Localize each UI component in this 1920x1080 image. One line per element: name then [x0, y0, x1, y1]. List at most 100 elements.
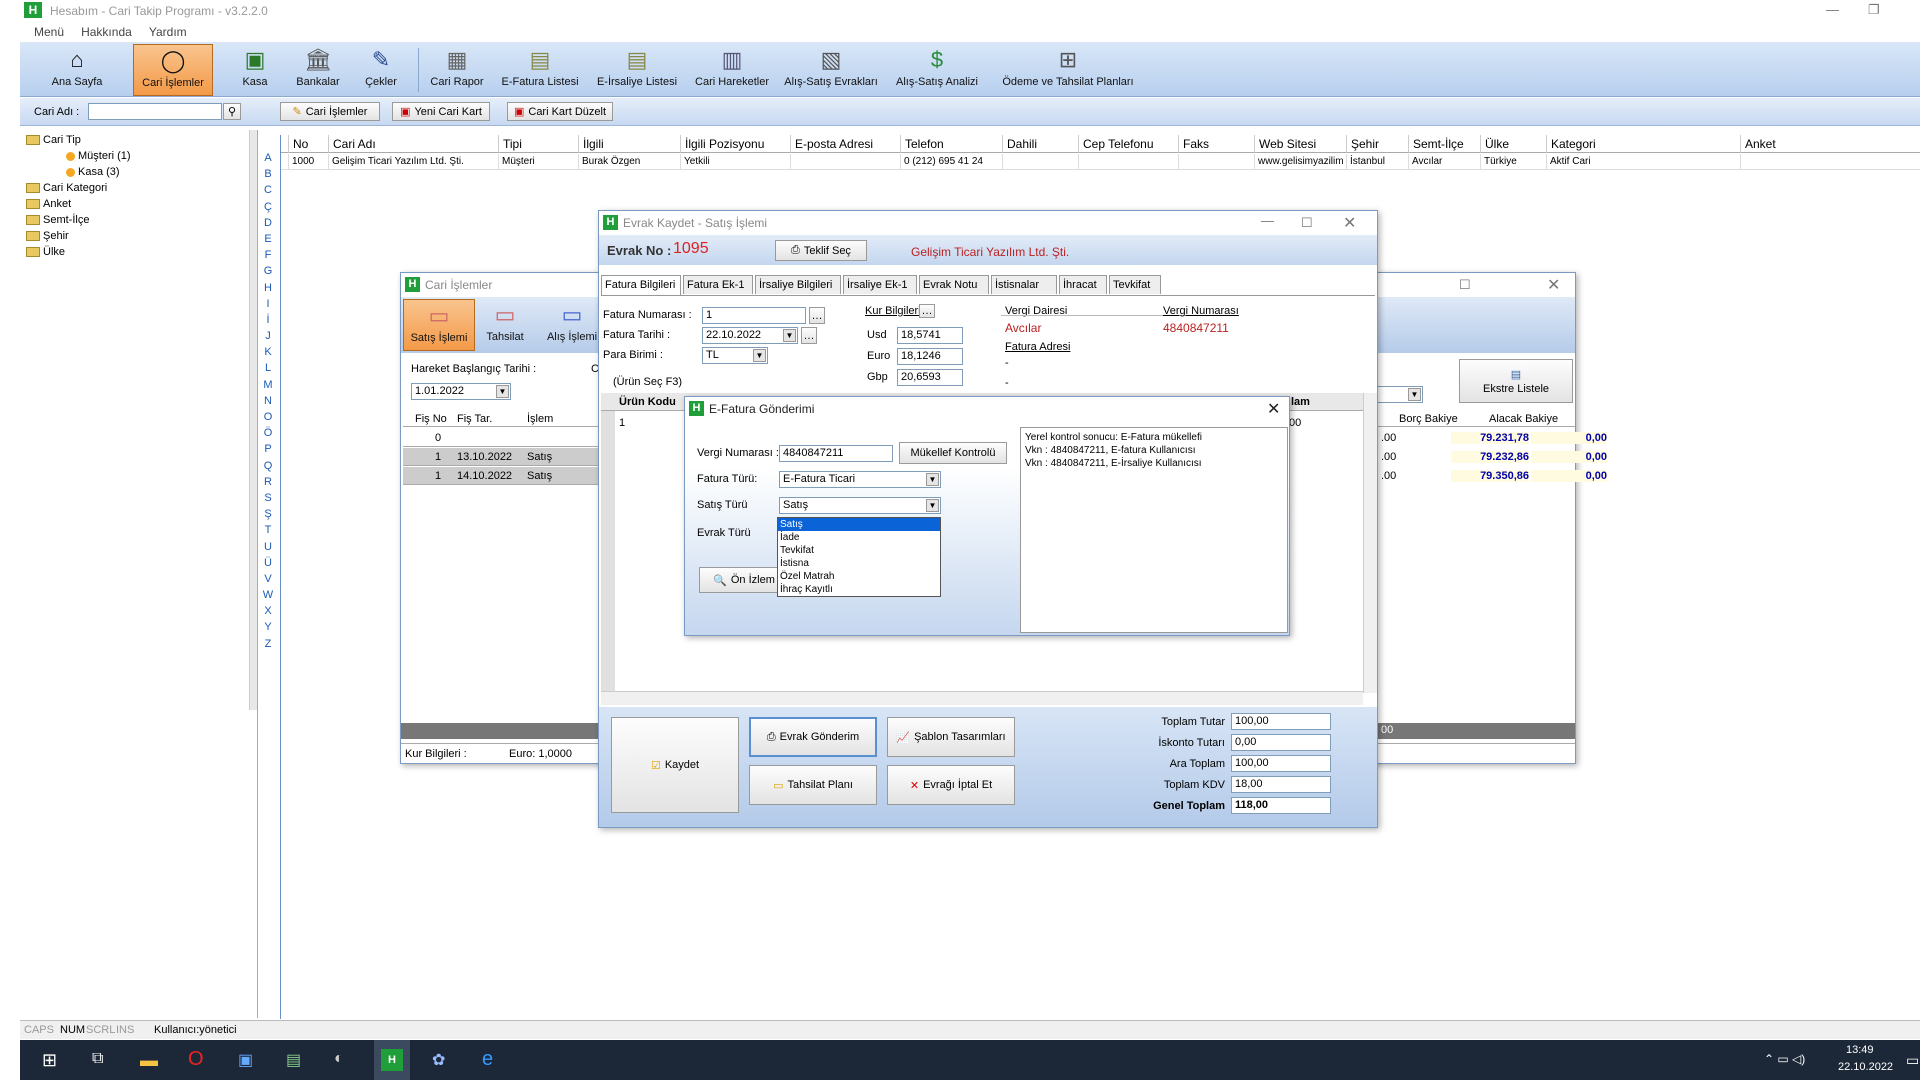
- cari-window-close-icon[interactable]: ✕: [1547, 275, 1560, 295]
- satis-turu-select[interactable]: Satış ▼: [779, 497, 941, 514]
- file-explorer-icon[interactable]: ▬: [140, 1050, 158, 1071]
- toolbar-cari-hareketler[interactable]: ▥ Cari Hareketler: [690, 44, 774, 96]
- mukellef-kontrolu-button[interactable]: Mükellef Kontrolü: [899, 442, 1007, 464]
- alpha-letter-1[interactable]: B: [260, 166, 276, 182]
- grid-header-12[interactable]: Semt-İlçe: [1409, 135, 1481, 153]
- toolbar-odeme-tahsilat-planlari[interactable]: ⊞ Ödeme ve Tahsilat Planları: [998, 44, 1138, 96]
- grid-header-1[interactable]: Cari Adı: [329, 135, 499, 153]
- alpha-letter-22[interactable]: Ş: [260, 506, 276, 522]
- efatura-vergi-input[interactable]: 4840847211: [779, 445, 893, 462]
- para-birimi-select[interactable]: TL ▼: [702, 347, 768, 364]
- tree-item-cari-kategori[interactable]: Cari Kategori: [26, 182, 107, 194]
- alis-islemi-button[interactable]: ▭ Alış İşlemi: [537, 299, 607, 351]
- dropdown-option[interactable]: Tevkifat: [778, 544, 940, 557]
- alpha-letter-9[interactable]: I: [260, 296, 276, 312]
- evragi-iptal-et-button[interactable]: ✕ Evrağı İptal Et: [887, 765, 1015, 805]
- toolbar-cekler[interactable]: ✎ Çekler: [358, 44, 404, 96]
- grid-cell-7[interactable]: [1003, 154, 1079, 170]
- efatura-close-icon[interactable]: ✕: [1267, 399, 1280, 419]
- grid-header-10[interactable]: Web Sitesi: [1255, 135, 1347, 153]
- grid-header-11[interactable]: Şehir: [1347, 135, 1409, 153]
- grid-cell-13[interactable]: Türkiye: [1481, 154, 1547, 170]
- total-value[interactable]: 100,00: [1231, 755, 1331, 772]
- toolbar-kasa[interactable]: ▣ Kasa: [232, 44, 278, 96]
- evrak-minimize-icon[interactable]: —: [1261, 213, 1274, 228]
- tab-6[interactable]: İhracat: [1059, 275, 1107, 294]
- grid-cell-6[interactable]: 0 (212) 695 41 24: [901, 154, 1003, 170]
- tahsilat-plani-button[interactable]: ▭ Tahsilat Planı: [749, 765, 877, 805]
- grid-header-0[interactable]: No: [289, 135, 329, 153]
- tray-icons[interactable]: ⌃ ▭ ◁): [1764, 1052, 1805, 1066]
- alpha-letter-27[interactable]: W: [260, 587, 276, 603]
- total-value[interactable]: 18,00: [1231, 776, 1331, 793]
- alpha-letter-15[interactable]: N: [260, 393, 276, 409]
- tree-scrollbar[interactable]: [249, 130, 257, 710]
- gbp-input[interactable]: 20,6593: [897, 369, 963, 386]
- app-icon-1[interactable]: ▣: [238, 1050, 253, 1070]
- tab-4[interactable]: Evrak Notu: [919, 275, 989, 294]
- grid-cell-14[interactable]: Aktif Cari: [1547, 154, 1741, 170]
- evrak-maximize-icon[interactable]: ☐: [1301, 215, 1313, 231]
- alpha-letter-3[interactable]: Ç: [260, 199, 276, 215]
- alpha-letter-16[interactable]: O: [260, 409, 276, 425]
- windows-start-icon[interactable]: ⊞: [42, 1050, 57, 1071]
- task-view-icon[interactable]: ⧉: [92, 1050, 103, 1068]
- fatura-turu-select[interactable]: E-Fatura Ticari ▼: [779, 471, 941, 488]
- cari-right-combo[interactable]: ▼: [1371, 386, 1423, 403]
- alpha-letter-8[interactable]: H: [260, 280, 276, 296]
- grid-cell-11[interactable]: İstanbul: [1347, 154, 1409, 170]
- grid-cell-0[interactable]: 1000: [289, 154, 329, 170]
- alpha-letter-30[interactable]: Z: [260, 636, 276, 652]
- dropdown-option[interactable]: Satış: [778, 518, 940, 531]
- tree-item-anket[interactable]: Anket: [26, 198, 71, 210]
- total-value[interactable]: 100,00: [1231, 713, 1331, 730]
- alpha-letter-11[interactable]: J: [260, 328, 276, 344]
- grid-header-7[interactable]: Dahili: [1003, 135, 1079, 153]
- teklif-sec-button[interactable]: ⎙ Teklif Seç: [775, 240, 867, 261]
- alpha-letter-20[interactable]: R: [260, 474, 276, 490]
- grid-header-5[interactable]: E-posta Adresi: [791, 135, 901, 153]
- search-icon[interactable]: ⚲: [223, 103, 241, 120]
- urun-hscroll[interactable]: [601, 691, 1363, 705]
- grid-cell-12[interactable]: Avcılar: [1409, 154, 1481, 170]
- toolbar-eirsaliye-listesi[interactable]: ▤ E-İrsaliye Listesi: [592, 44, 682, 96]
- notification-icon[interactable]: ▭: [1906, 1052, 1919, 1069]
- tree-item-cari-tip[interactable]: Cari Tip: [26, 134, 81, 146]
- grid-cell-8[interactable]: [1079, 154, 1179, 170]
- grid-header-15[interactable]: Anket: [1741, 135, 1920, 153]
- grid-cell-1[interactable]: Gelişim Ticari Yazılım Ltd. Şti.: [329, 154, 499, 170]
- dropdown-option[interactable]: Özel Matrah: [778, 570, 940, 583]
- alpha-letter-12[interactable]: K: [260, 344, 276, 360]
- evrak-close-icon[interactable]: ✕: [1343, 213, 1356, 233]
- tab-1[interactable]: Fatura Ek-1: [683, 275, 753, 294]
- ekstre-listele-button[interactable]: ▤ Ekstre Listele: [1459, 359, 1573, 403]
- toolbar-bankalar[interactable]: 🏛 Bankalar: [290, 44, 346, 96]
- alpha-letter-4[interactable]: D: [260, 215, 276, 231]
- alpha-letter-6[interactable]: F: [260, 247, 276, 263]
- fatura-tarihi-more-button[interactable]: …: [801, 327, 817, 344]
- alpha-letter-23[interactable]: T: [260, 522, 276, 538]
- alpha-letter-26[interactable]: V: [260, 571, 276, 587]
- grid-header-3[interactable]: İlgili: [579, 135, 681, 153]
- alpha-letter-2[interactable]: C: [260, 182, 276, 198]
- paint-icon[interactable]: ✿: [432, 1050, 445, 1070]
- tab-2[interactable]: İrsaliye Bilgileri: [755, 275, 841, 294]
- alpha-letter-18[interactable]: P: [260, 441, 276, 457]
- grid-header-14[interactable]: Kategori: [1547, 135, 1741, 153]
- grid-cell-15[interactable]: [1741, 154, 1920, 170]
- alpha-letter-7[interactable]: G: [260, 263, 276, 279]
- tree-item-semt-ilce[interactable]: Semt-İlçe: [26, 214, 89, 226]
- tree-item-kasa[interactable]: Kasa (3): [66, 166, 120, 178]
- cari-kart-duzelt-button[interactable]: ▣ Cari Kart Düzelt: [507, 102, 613, 121]
- fatura-no-more-button[interactable]: …: [809, 307, 825, 324]
- hareket-date-input[interactable]: 1.01.2022 ▼: [411, 383, 511, 400]
- fatura-numarasi-input[interactable]: 1: [702, 307, 806, 324]
- alpha-letter-10[interactable]: İ: [260, 312, 276, 328]
- minimize-icon[interactable]: —: [1826, 2, 1839, 17]
- grid-cell-3[interactable]: Burak Özgen: [579, 154, 681, 170]
- kaydet-button[interactable]: ☑ Kaydet: [611, 717, 739, 813]
- fatura-tarihi-input[interactable]: 22.10.2022 ▼: [702, 327, 798, 344]
- alpha-letter-13[interactable]: L: [260, 360, 276, 376]
- alpha-letter-19[interactable]: Q: [260, 458, 276, 474]
- satis-islemi-button[interactable]: ▭ Satış İşlemi: [403, 299, 475, 351]
